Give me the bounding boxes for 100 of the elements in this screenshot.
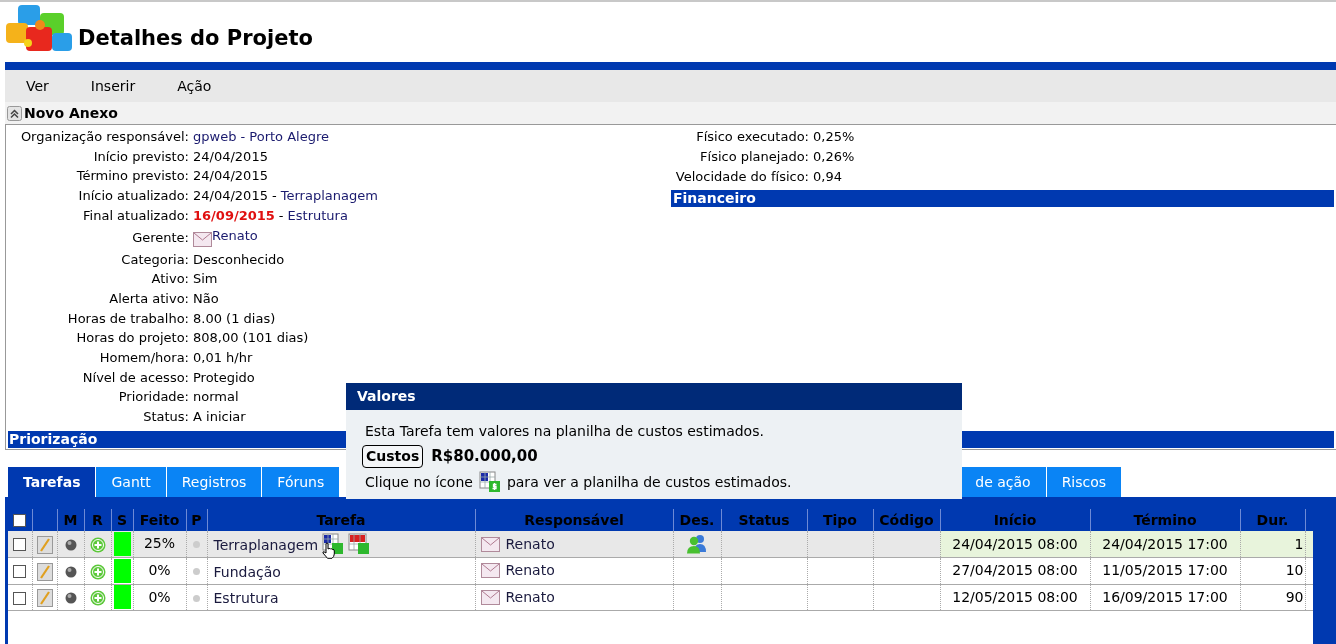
column-header: Código bbox=[879, 511, 934, 528]
field-value: 808,00 (101 dias) bbox=[193, 329, 309, 348]
field-value: 0,25% bbox=[812, 128, 855, 147]
field-label: Horas do projeto: bbox=[75, 329, 189, 348]
task-link[interactable]: Fundação bbox=[213, 558, 281, 583]
plus-icon[interactable] bbox=[89, 563, 106, 580]
date-time: 24/04/2015 08:00 bbox=[952, 535, 1078, 552]
edit-icon[interactable] bbox=[36, 535, 53, 554]
plus-icon[interactable] bbox=[89, 590, 106, 606]
date-text: 16/09/2015 bbox=[193, 206, 275, 225]
tab[interactable]: Fóruns bbox=[262, 467, 341, 497]
tab[interactable]: Riscos bbox=[1046, 467, 1123, 497]
dot-icon bbox=[193, 568, 200, 575]
person-link[interactable]: Renato bbox=[505, 533, 555, 555]
field-label: Status: bbox=[142, 408, 189, 427]
edit-icon[interactable] bbox=[36, 562, 53, 581]
field-label: Físico planejado: bbox=[699, 148, 809, 167]
date-time: 24/04/2015 17:00 bbox=[1102, 535, 1228, 552]
link-text[interactable]: Terraplanagem bbox=[280, 186, 378, 206]
field-label: Velocidade do físico: bbox=[674, 168, 809, 187]
hint-text: Clique no ícone bbox=[365, 472, 473, 492]
column-header: Tarefa bbox=[316, 511, 366, 528]
ball-icon bbox=[64, 592, 77, 604]
column-header: Responsável bbox=[524, 511, 624, 528]
checkbox[interactable] bbox=[13, 565, 27, 578]
date-time: 27/04/2015 08:00 bbox=[952, 562, 1078, 579]
field-label: Gerente: bbox=[131, 228, 189, 247]
date-time: 16/09/2015 17:00 bbox=[1102, 588, 1228, 605]
person-link[interactable]: Renato bbox=[505, 586, 555, 608]
envelope-icon[interactable] bbox=[480, 589, 500, 605]
person-link[interactable]: Renato bbox=[505, 560, 555, 582]
tab[interactable]: de ação bbox=[960, 467, 1047, 497]
field-value: Não bbox=[193, 289, 219, 308]
section-bar: Financeiro bbox=[671, 190, 1334, 207]
menu-item[interactable]: Ver bbox=[26, 75, 49, 97]
page-title: Detalhes do Projeto bbox=[78, 25, 313, 53]
field-value: Desconhecido bbox=[193, 250, 285, 269]
envelope-icon[interactable] bbox=[480, 563, 500, 579]
task-link[interactable]: Estrutura bbox=[213, 585, 279, 610]
field-value: normal bbox=[193, 388, 239, 407]
checkbox[interactable] bbox=[13, 514, 27, 528]
date-time: 11/05/2015 17:00 bbox=[1102, 562, 1228, 579]
field-label: Categoria: bbox=[120, 250, 189, 269]
menu-item[interactable]: Ação bbox=[177, 75, 212, 97]
tab[interactable]: Gantt bbox=[96, 467, 167, 497]
table-row[interactable]: 25% Terraplanagem Renato 24/04/2015 08:00 24/04/2015 17:00 1 bbox=[8, 531, 1313, 558]
column-header: Início bbox=[993, 511, 1037, 528]
link-text[interactable]: Renato bbox=[212, 225, 258, 246]
column-header: Des. bbox=[679, 511, 715, 528]
link-text[interactable]: Estrutura bbox=[287, 205, 348, 226]
duration-value: 90 bbox=[1285, 588, 1304, 605]
envelope-icon[interactable] bbox=[193, 231, 212, 247]
field-label: Homem/hora: bbox=[98, 348, 189, 367]
field-value: - bbox=[278, 206, 284, 225]
field-value: 8.00 (1 dias) bbox=[193, 309, 276, 328]
field-value: Protegido bbox=[193, 368, 255, 387]
collapse-icon[interactable] bbox=[7, 105, 22, 121]
dot-icon bbox=[193, 541, 200, 549]
table-row[interactable]: 0% Fundação Renato 27/04/2015 08:00 11/05/2015 17:00 10 bbox=[8, 557, 1313, 584]
field-label: Final atualizado: bbox=[82, 206, 189, 225]
users-icon[interactable] bbox=[686, 534, 708, 555]
ball-icon bbox=[64, 565, 77, 578]
field-value: Sim bbox=[193, 270, 218, 289]
field-value: 24/04/2015 - bbox=[193, 187, 277, 206]
column-header: Status bbox=[738, 511, 790, 528]
field-label: Início atualizado: bbox=[77, 187, 189, 206]
checkbox[interactable] bbox=[13, 538, 27, 552]
duration-value: 1 bbox=[1294, 535, 1304, 552]
field-label: Alerta ativo: bbox=[108, 289, 189, 308]
column-header: Tipo bbox=[823, 511, 857, 528]
duration-value: 10 bbox=[1285, 562, 1304, 579]
hint-text: para ver a planilha de custos estimados. bbox=[506, 472, 792, 492]
envelope-icon[interactable] bbox=[480, 536, 500, 552]
field-label: Prioridade: bbox=[117, 388, 189, 407]
field-value: 0,26% bbox=[812, 148, 855, 167]
column-header: P bbox=[191, 511, 202, 528]
percent-done: 0% bbox=[148, 588, 171, 605]
menu-item[interactable]: Inserir bbox=[90, 75, 136, 97]
field-label: Nível de acesso: bbox=[81, 368, 189, 387]
dot-icon bbox=[193, 594, 200, 602]
column-header: R bbox=[92, 511, 103, 528]
column-header: Feito bbox=[139, 511, 180, 528]
tooltip-title: Valores bbox=[346, 383, 962, 410]
cost-value: R$80.000,00 bbox=[431, 446, 538, 468]
field-label: Início previsto: bbox=[92, 147, 189, 166]
tab[interactable]: Tarefas bbox=[8, 467, 97, 497]
table-row[interactable]: 0% Estrutura Renato 12/05/2015 08:00 16/09/2015 17:00 90 bbox=[8, 584, 1313, 611]
field-label: Horas de trabalho: bbox=[66, 309, 189, 328]
ball-icon bbox=[64, 538, 77, 551]
checkbox[interactable] bbox=[13, 591, 27, 605]
plus-icon[interactable] bbox=[89, 536, 106, 553]
task-link[interactable]: Terraplanagem bbox=[213, 532, 319, 556]
field-value: 0,01 h/hr bbox=[193, 348, 253, 367]
edit-icon[interactable] bbox=[36, 589, 53, 607]
field-value: 24/04/2015 bbox=[193, 167, 268, 186]
field-label: Término previsto: bbox=[75, 167, 189, 186]
column-header: Término bbox=[1133, 511, 1197, 528]
link-text[interactable]: gpweb - Porto Alegre bbox=[193, 127, 329, 147]
field-value: A iniciar bbox=[193, 408, 246, 427]
tab[interactable]: Registros bbox=[166, 467, 263, 497]
